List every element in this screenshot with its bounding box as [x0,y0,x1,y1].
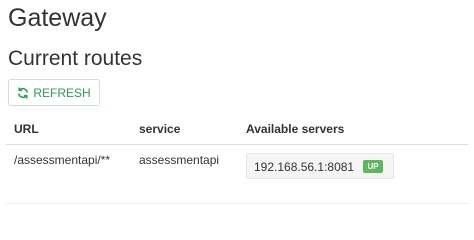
refresh-icon [17,86,29,99]
route-url: /assessmentapi/** [14,153,111,167]
column-header-url: URL [14,122,39,136]
server-entry: 192.168.56.1:8081 UP [246,153,394,179]
page-title: Gateway [8,4,107,32]
refresh-button[interactable]: REFRESH [8,79,100,106]
status-badge: UP [363,160,383,173]
header-divider [6,144,468,145]
refresh-button-label: REFRESH [33,85,91,100]
column-header-service: service [139,122,181,136]
routes-table: URL service Available servers /assessmen… [6,112,468,204]
section-title: Current routes [8,47,143,70]
server-address: 192.168.56.1:8081 [254,160,355,174]
route-service: assessmentapi [139,153,220,167]
column-header-available-servers: Available servers [246,122,345,136]
row-divider [6,203,468,204]
